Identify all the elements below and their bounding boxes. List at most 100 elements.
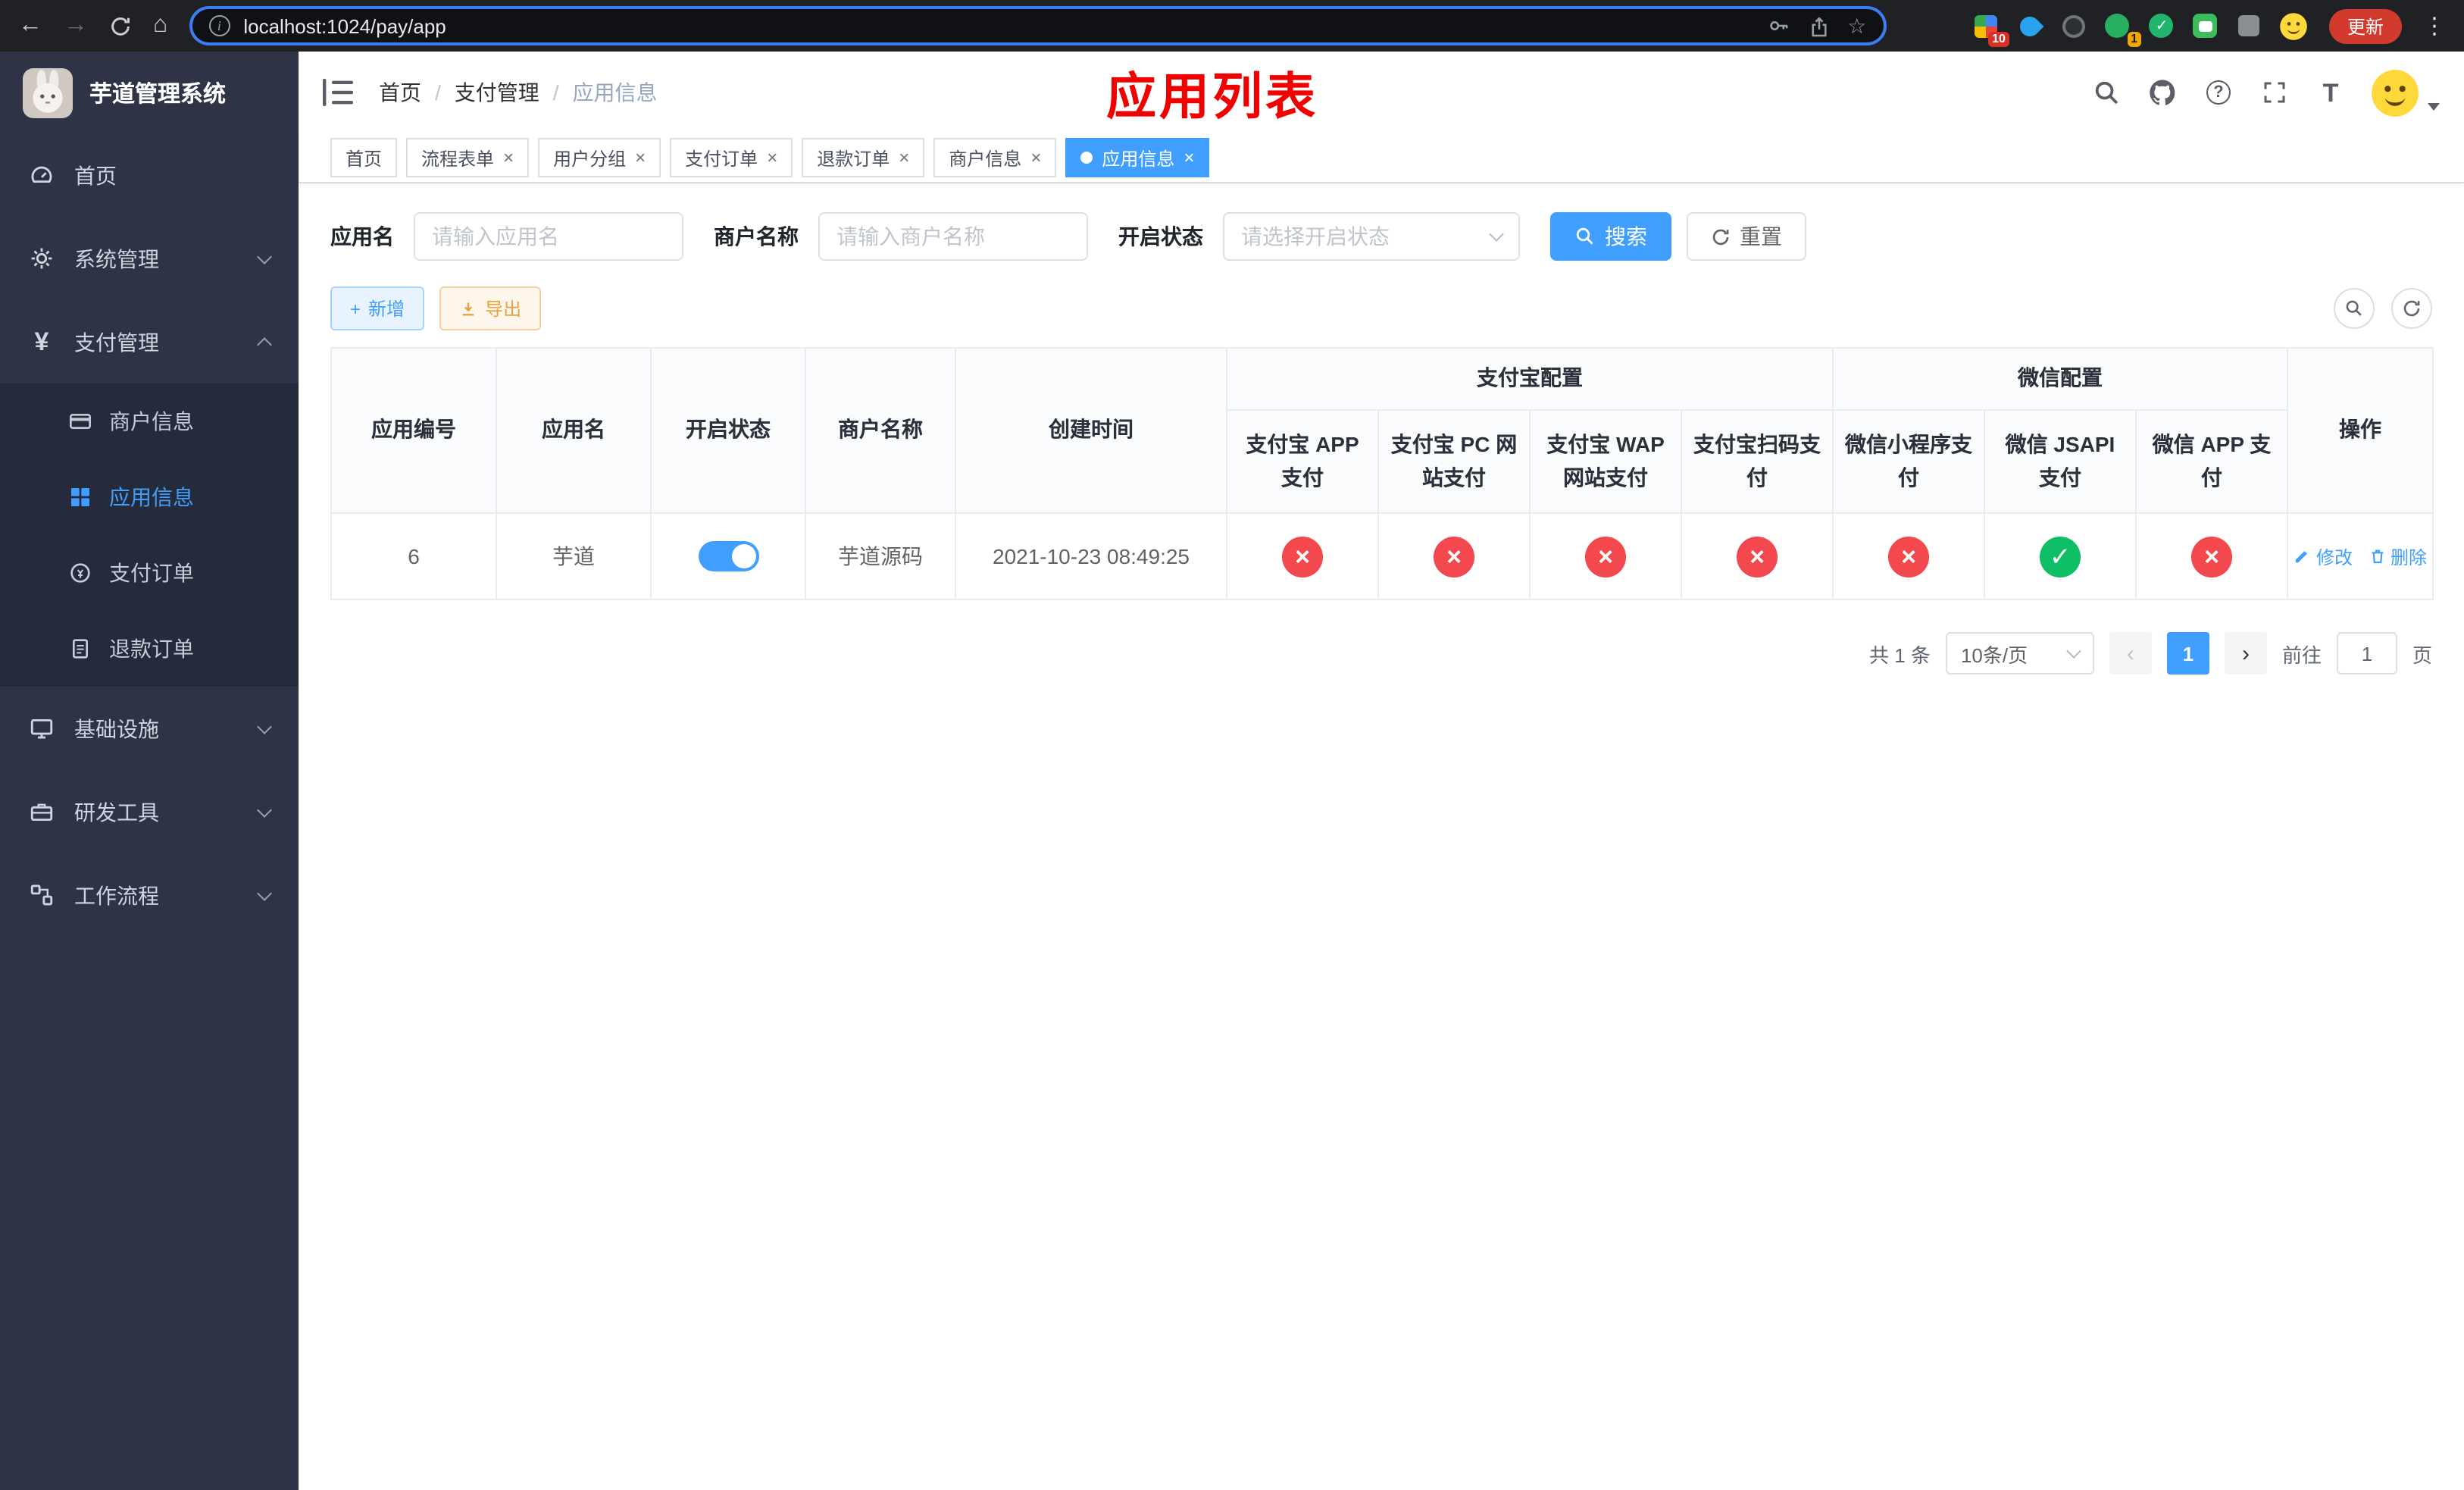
sidebar-item-devtools[interactable]: 研发工具	[0, 770, 299, 853]
tag-label: 商户信息	[949, 148, 1022, 169]
status-select[interactable]: 请选择开启状态	[1223, 212, 1520, 261]
col-app-id: 应用编号	[330, 347, 497, 514]
site-info-icon[interactable]: i	[208, 15, 230, 36]
tag-refund-order[interactable]: 退款订单 ×	[802, 138, 925, 177]
chevron-down-icon	[257, 718, 272, 734]
font-size-icon[interactable]: T	[2315, 77, 2346, 108]
sidebar-item-infra[interactable]: 基础设施	[0, 687, 299, 770]
tab-close-icon[interactable]: ×	[767, 149, 777, 167]
sidebar-collapse-icon[interactable]	[323, 79, 353, 106]
url-text: localhost:1024/pay/app	[243, 14, 446, 37]
chevron-down-icon	[257, 885, 272, 900]
breadcrumb-home[interactable]: 首页	[379, 77, 421, 108]
profile-emoji-icon[interactable]	[2279, 11, 2308, 40]
status-toggle[interactable]	[698, 541, 758, 571]
tag-merchant-info[interactable]: 商户信息 ×	[933, 138, 1057, 177]
tab-close-icon[interactable]: ×	[899, 149, 909, 167]
group-alipay-config: 支付宝配置	[1226, 347, 1834, 411]
goto-page-input[interactable]	[2336, 632, 2397, 675]
reset-button[interactable]: 重置	[1687, 212, 1806, 261]
user-avatar-menu[interactable]	[2372, 69, 2440, 116]
col-wechat-jsapi: 微信 JSAPI 支付	[1984, 409, 2137, 514]
toggle-search-button[interactable]	[2334, 288, 2375, 329]
edit-link[interactable]: 修改	[2294, 543, 2353, 569]
browser-toolbar: ← → ⌂ i localhost:1024/pay/app ☆ 10 1 ✓ …	[0, 0, 2464, 52]
grid-icon	[68, 485, 92, 509]
tag-label: 应用信息	[1102, 148, 1175, 169]
extension-puzzle-icon[interactable]	[2235, 11, 2264, 40]
search-icon[interactable]	[2091, 77, 2122, 108]
page-size-select[interactable]: 10条/页	[1945, 632, 2094, 675]
browser-forward-icon[interactable]: →	[64, 13, 88, 38]
document-icon	[68, 637, 92, 661]
extension-check-icon[interactable]: ✓	[2147, 11, 2176, 40]
tag-process-form[interactable]: 流程表单 ×	[406, 138, 530, 177]
browser-home-icon[interactable]: ⌂	[153, 13, 167, 38]
wechat-app-status-icon: ×	[2191, 536, 2232, 577]
sidebar-item-pay-order[interactable]: 支付订单	[0, 535, 299, 611]
screen: ← → ⌂ i localhost:1024/pay/app ☆ 10 1 ✓ …	[0, 0, 2464, 1490]
github-icon[interactable]	[2147, 77, 2178, 108]
sidebar-item-system[interactable]: 系统管理	[0, 217, 299, 300]
refresh-button[interactable]	[2391, 288, 2432, 329]
share-icon[interactable]	[1808, 14, 1831, 37]
add-button[interactable]: + 新增	[330, 286, 425, 330]
next-page-button[interactable]: ›	[2224, 632, 2267, 675]
address-bar[interactable]: i localhost:1024/pay/app ☆	[189, 6, 1887, 45]
merchant-name-input[interactable]	[818, 212, 1088, 261]
current-page-button[interactable]: 1	[2166, 632, 2209, 675]
tab-close-icon[interactable]: ×	[1030, 149, 1041, 167]
breadcrumb-separator: /	[435, 80, 441, 105]
browser-reload-icon[interactable]	[109, 14, 132, 37]
tag-home[interactable]: 首页	[330, 138, 398, 177]
chevron-down-icon	[1489, 227, 1504, 242]
extension-grid-icon[interactable]: 10	[1972, 11, 2009, 46]
col-app-name: 应用名	[496, 347, 652, 514]
extension-drop-icon[interactable]	[2015, 11, 2044, 40]
extension-dark-circle-icon[interactable]	[2059, 11, 2088, 40]
app-name-label: 应用名	[330, 224, 394, 249]
fullscreen-icon[interactable]	[2259, 77, 2290, 108]
tab-close-icon[interactable]: ×	[635, 149, 646, 167]
sidebar-item-home[interactable]: 首页	[0, 133, 299, 217]
pagination: 共 1 条 10条/页 ‹ 1 › 前往 页	[330, 632, 2432, 675]
cell-app-id: 6	[330, 512, 497, 600]
sidebar-item-merchant-info[interactable]: 商户信息	[0, 383, 299, 459]
sidebar-item-refund-order[interactable]: 退款订单	[0, 611, 299, 687]
breadcrumb-payment[interactable]: 支付管理	[455, 77, 539, 108]
browser-menu-icon[interactable]: ⋮	[2423, 12, 2446, 39]
col-alipay-pc: 支付宝 PC 网站支付	[1377, 409, 1531, 514]
app-name-input[interactable]	[414, 212, 683, 261]
prev-page-button[interactable]: ‹	[2109, 632, 2152, 675]
browser-update-button[interactable]: 更新	[2328, 8, 2402, 43]
wechat-mini-status-icon: ×	[1888, 536, 1929, 577]
sidebar-item-workflow[interactable]: 工作流程	[0, 853, 299, 937]
app-logo: 芋道管理系统	[0, 52, 299, 133]
chevron-up-icon	[257, 337, 272, 352]
delete-link[interactable]: 删除	[2368, 543, 2427, 569]
password-key-icon[interactable]	[1767, 14, 1791, 38]
sidebar-item-payment[interactable]: ¥ 支付管理	[0, 300, 299, 383]
help-icon[interactable]: ?	[2203, 77, 2234, 108]
search-button[interactable]: 搜索	[1550, 212, 1671, 261]
export-button[interactable]: 导出	[439, 286, 542, 330]
extension-avatar-icon[interactable]: 1	[2103, 11, 2141, 46]
cell-created: 2021-10-23 08:49:25	[955, 512, 1227, 600]
browser-back-icon[interactable]: ←	[18, 13, 42, 38]
bookmark-star-icon[interactable]: ☆	[1847, 13, 1866, 39]
col-operations: 操作	[2287, 347, 2434, 514]
sidebar-item-label: 研发工具	[74, 800, 159, 824]
table-row: 6 芋道 芋道源码 2021-10-23 08:49:25 × × × × × …	[330, 512, 2434, 600]
search-button-label: 搜索	[1605, 224, 1647, 249]
tag-pay-order[interactable]: 支付订单 ×	[670, 138, 793, 177]
monitor-icon	[29, 715, 55, 741]
alipay-pc-status-icon: ×	[1434, 536, 1474, 577]
tab-close-icon[interactable]: ×	[1184, 149, 1194, 167]
tag-user-group[interactable]: 用户分组 ×	[538, 138, 661, 177]
tab-close-icon[interactable]: ×	[503, 149, 514, 167]
sidebar-item-app-info[interactable]: 应用信息	[0, 459, 299, 535]
workflow-icon	[29, 882, 55, 908]
tag-label: 支付订单	[685, 148, 758, 169]
extension-chat-icon[interactable]	[2191, 11, 2220, 40]
tag-app-info-active[interactable]: 应用信息 ×	[1065, 138, 1210, 177]
